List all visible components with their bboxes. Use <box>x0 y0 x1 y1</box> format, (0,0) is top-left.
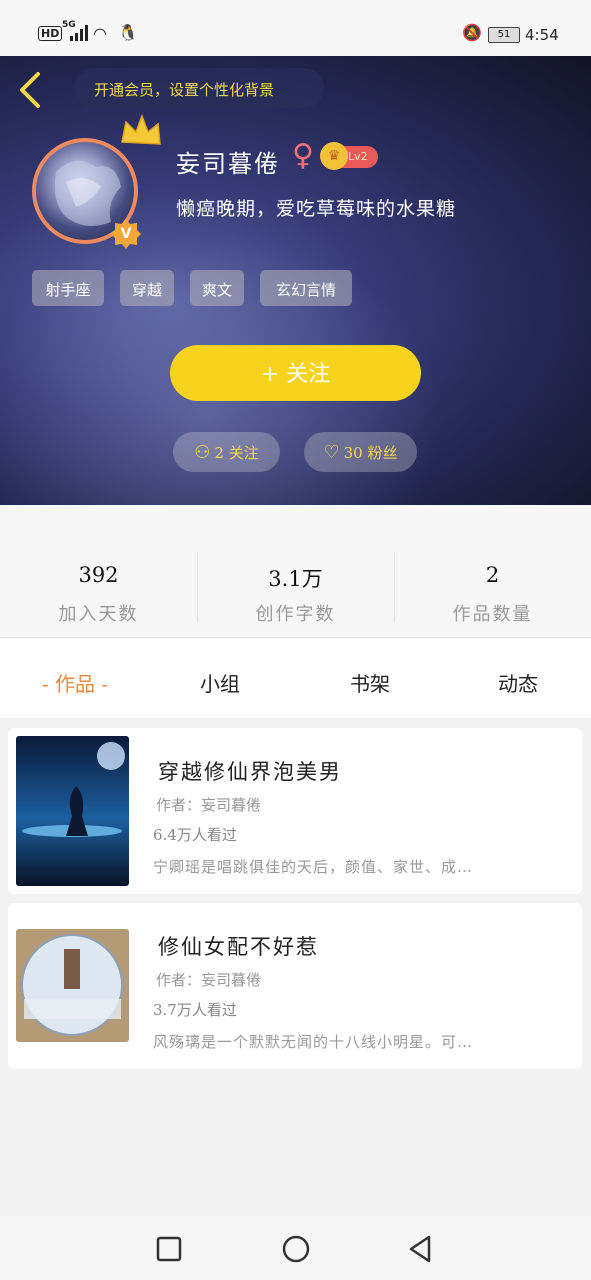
stat-value: 3.1万 <box>268 567 323 591</box>
stat-label: 加入天数 <box>58 604 139 625</box>
work-views: 6.4万人看过 <box>153 826 237 844</box>
tab-bar: - 作品 - 小组 书架 动态 <box>0 638 591 718</box>
work-description: 宁卿瑶是唱跳俱佳的天后，颜值、家世、成… <box>153 858 474 876</box>
system-nav-bar <box>0 1216 591 1280</box>
stat-word-count: 3.1万 创作字数 <box>197 505 394 638</box>
back-arrow-icon[interactable] <box>16 70 46 110</box>
status-bar: HD 5G ◠ 🐧 🔕 51 4:54 <box>0 0 591 56</box>
work-views: 3.7万人看过 <box>153 1001 237 1019</box>
verified-badge-icon: V <box>110 218 142 250</box>
stat-label: 创作字数 <box>255 604 336 625</box>
heart-icon: ♡ <box>323 442 340 463</box>
work-title: 穿越修仙界泡美男 <box>158 760 342 784</box>
battery-icon: 51 <box>488 27 520 43</box>
followers-button[interactable]: ♡ 30 粉丝 <box>304 432 417 472</box>
user-add-icon: ⚇ <box>194 442 211 463</box>
bio-text: 懒癌晚期，爱吃草莓味的水果糖 <box>176 198 457 220</box>
divider <box>394 552 395 622</box>
home-icon[interactable] <box>281 1234 311 1264</box>
tag-chip[interactable]: 射手座 <box>32 270 104 306</box>
work-description: 风殇璃是一个默默无闻的十八线小明星。可… <box>153 1033 474 1051</box>
book-cover <box>16 929 129 1042</box>
following-button[interactable]: ⚇ 2 关注 <box>173 432 280 472</box>
tab-activity[interactable]: 动态 <box>478 668 558 697</box>
level-label: Lv2 <box>348 150 368 163</box>
stat-value: 2 <box>485 563 500 587</box>
username: 妄司暮倦 <box>176 150 280 178</box>
list-item[interactable]: 修仙女配不好惹 作者：妄司暮倦 3.7万人看过 风殇璃是一个默默无闻的十八线小明… <box>8 903 582 1069</box>
followers-count: 30 粉丝 <box>343 444 398 462</box>
stat-work-count: 2 作品数量 <box>394 505 591 638</box>
vip-banner[interactable]: 开通会员，设置个性化背景 <box>74 68 324 108</box>
stats-bar: 392 加入天数 3.1万 创作字数 2 作品数量 <box>0 505 591 638</box>
medal-icon: ♛ <box>320 142 348 170</box>
qq-icon: 🐧 <box>118 23 138 42</box>
tab-works[interactable]: - 作品 - <box>20 668 130 697</box>
tab-groups[interactable]: 小组 <box>180 668 260 697</box>
hd-indicator: HD <box>38 26 63 41</box>
following-count: 2 关注 <box>214 444 259 462</box>
stat-label: 作品数量 <box>452 604 533 625</box>
tag-chip[interactable]: 爽文 <box>190 270 244 306</box>
work-title: 修仙女配不好惹 <box>158 935 319 959</box>
tag-chip[interactable]: 穿越 <box>120 270 174 306</box>
back-icon[interactable] <box>407 1234 433 1264</box>
recents-icon[interactable] <box>156 1236 182 1262</box>
stat-join-days: 392 加入天数 <box>0 505 197 638</box>
book-cover <box>16 736 129 886</box>
mute-bell-icon: 🔕 <box>462 23 482 42</box>
crown-icon <box>121 113 161 145</box>
level-badge: ♛ Lv2 <box>320 142 378 170</box>
wifi-icon: ◠ <box>93 24 107 43</box>
stat-value: 392 <box>78 563 119 587</box>
signal-icon <box>70 25 88 41</box>
female-gender-icon: ♀ <box>292 138 314 173</box>
tab-bookshelf[interactable]: 书架 <box>330 668 410 697</box>
work-author: 作者：妄司暮倦 <box>156 971 262 989</box>
divider <box>197 552 198 622</box>
work-author: 作者：妄司暮倦 <box>156 796 262 814</box>
follow-button[interactable]: + 关注 <box>170 345 421 401</box>
tag-chip[interactable]: 玄幻言情 <box>260 270 352 306</box>
list-item[interactable]: 穿越修仙界泡美男 作者：妄司暮倦 6.4万人看过 宁卿瑶是唱跳俱佳的天后，颜值、… <box>8 728 582 894</box>
clock: 4:54 <box>525 26 559 44</box>
